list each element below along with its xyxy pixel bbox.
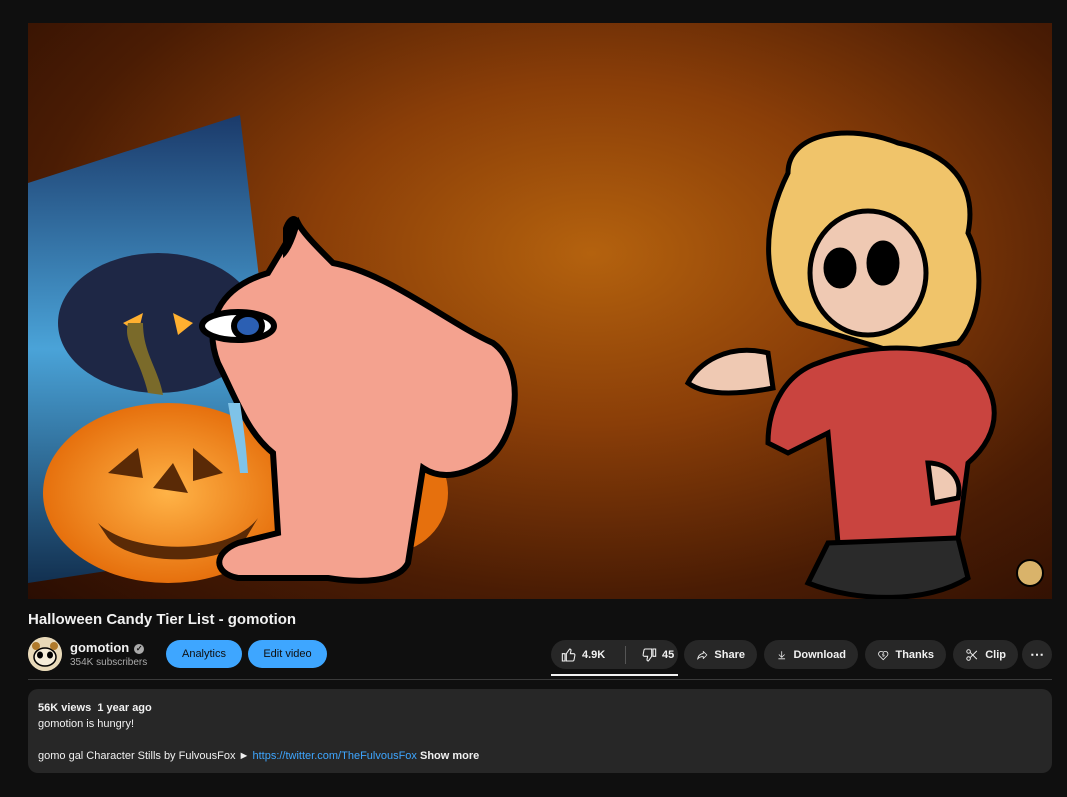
thumbs-down-icon xyxy=(642,647,657,662)
view-count: 56K views xyxy=(38,702,92,714)
twitter-link[interactable]: https://twitter.com/TheFulvousFox xyxy=(252,750,416,762)
divider xyxy=(28,679,1052,680)
clip-button[interactable]: Clip xyxy=(953,640,1018,669)
channel-watermark xyxy=(1016,559,1044,587)
dislike-count: 45 xyxy=(662,648,675,661)
like-count: 4.9K xyxy=(582,648,606,661)
video-player[interactable] xyxy=(28,23,1052,599)
download-icon xyxy=(778,650,786,659)
like-button[interactable]: 4.9K xyxy=(551,647,619,663)
analytics-button[interactable]: Analytics xyxy=(166,640,242,668)
share-label: Share xyxy=(714,648,745,661)
share-icon xyxy=(697,650,708,660)
check-icon: ✓ xyxy=(134,644,145,654)
video-thumbnail xyxy=(28,115,1044,599)
more-icon: ⋯ xyxy=(1030,646,1044,662)
description-line-2: gomo gal Character Stills by FulvousFox … xyxy=(38,750,479,762)
like-dislike-group: 4.9K 45 xyxy=(551,640,678,669)
subscriber-count: 354K subscribers xyxy=(70,657,148,668)
edit-video-button[interactable]: Edit video xyxy=(248,640,327,668)
svg-text:$: $ xyxy=(882,652,885,657)
show-more-button[interactable]: Show more xyxy=(420,750,479,762)
scissors-icon xyxy=(966,648,978,661)
like-underline xyxy=(551,674,678,676)
dollar-heart-icon: $ xyxy=(878,650,889,660)
dislike-button[interactable]: 45 xyxy=(632,647,674,663)
description-line-1: gomotion is hungry! xyxy=(38,718,134,730)
clip-label: Clip xyxy=(985,648,1006,661)
thumbs-up-icon xyxy=(561,647,576,662)
channel-name-row[interactable]: gomotion ✓ xyxy=(70,640,145,655)
channel-name[interactable]: gomotion xyxy=(70,640,129,655)
video-meta: 56K views 1 year ago xyxy=(38,702,152,714)
thanks-label: Thanks xyxy=(895,648,934,661)
download-button[interactable]: Download xyxy=(764,640,858,669)
download-label: Download xyxy=(793,648,846,661)
more-actions-button[interactable]: ⋯ xyxy=(1022,640,1052,669)
thanks-button[interactable]: $ Thanks xyxy=(865,640,946,669)
video-title: Halloween Candy Tier List - gomotion xyxy=(28,611,297,628)
gomo-gal-character xyxy=(684,130,997,599)
upload-age: 1 year ago xyxy=(97,702,152,714)
credit-text: gomo gal Character Stills by FulvousFox … xyxy=(38,750,253,762)
description-box[interactable]: 56K views 1 year ago gomotion is hungry!… xyxy=(28,689,1052,773)
share-button[interactable]: Share xyxy=(684,640,757,669)
channel-avatar[interactable] xyxy=(28,637,62,671)
like-divider xyxy=(625,645,626,664)
